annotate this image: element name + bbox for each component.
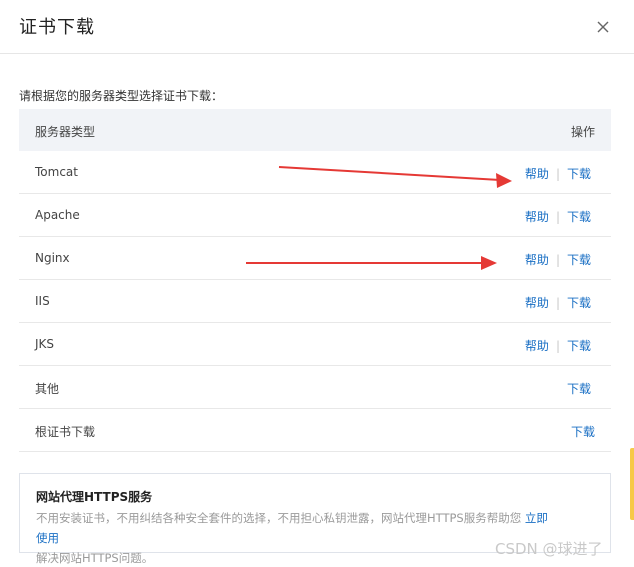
table-header: 服务器类型 操作 <box>19 109 611 151</box>
promo-text-line1: 不用安装证书，不用纠结各种安全套件的选择，不用担心私钥泄露，网站代理HTTPS服… <box>36 511 522 525</box>
help-link[interactable]: 帮助 <box>525 167 549 181</box>
table-row-root-certificate: 根证书下载 下载 <box>19 409 611 452</box>
table-row-other: 其他 下载 <box>19 366 611 409</box>
table-row-tomcat: Tomcat 帮助 | 下载 <box>19 151 611 194</box>
help-link[interactable]: 帮助 <box>525 339 549 353</box>
dialog-title: 证书下载 <box>19 17 95 38</box>
row-actions: 帮助 | 下载 <box>525 337 591 354</box>
server-name: Tomcat <box>35 165 78 179</box>
row-actions: 下载 <box>571 423 595 440</box>
side-feedback-tab[interactable] <box>630 448 634 520</box>
action-separator: | <box>555 296 560 310</box>
server-type-prompt: 请根据您的服务器类型选择证书下载： <box>19 89 224 103</box>
table-row-apache: Apache 帮助 | 下载 <box>19 194 611 237</box>
action-separator: | <box>555 253 560 267</box>
download-link[interactable]: 下载 <box>567 167 591 181</box>
table-row-iis: IIS 帮助 | 下载 <box>19 280 611 323</box>
server-type-table: 服务器类型 操作 Tomcat 帮助 | 下载 Apache 帮助 | 下载 Nginx… <box>19 109 611 452</box>
row-actions: 帮助 | 下载 <box>525 294 591 311</box>
server-name: Apache <box>35 208 80 222</box>
download-link[interactable]: 下载 <box>567 253 591 267</box>
download-link[interactable]: 下载 <box>567 296 591 310</box>
help-link[interactable]: 帮助 <box>525 296 549 310</box>
download-link[interactable]: 下载 <box>567 382 591 396</box>
server-name: Nginx <box>35 251 70 265</box>
certificate-download-dialog: 证书下载 请根据您的服务器类型选择证书下载： 服务器类型 操作 Tomcat 帮… <box>0 0 634 567</box>
dialog-header: 证书下载 <box>0 0 634 54</box>
close-icon[interactable] <box>592 16 614 38</box>
action-separator: | <box>555 210 560 224</box>
table-row-nginx: Nginx 帮助 | 下载 <box>19 237 611 280</box>
table-row-jks: JKS 帮助 | 下载 <box>19 323 611 366</box>
column-header-server-type: 服务器类型 <box>35 125 96 139</box>
row-actions: 下载 <box>567 380 591 397</box>
csdn-watermark: CSDN @球进了 <box>495 540 603 558</box>
row-actions: 帮助 | 下载 <box>525 208 591 225</box>
server-name: 其他 <box>35 382 60 396</box>
row-actions: 帮助 | 下载 <box>525 251 591 268</box>
server-name: JKS <box>35 337 55 351</box>
action-separator: | <box>555 167 560 181</box>
promo-description: 不用安装证书，不用纠结各种安全套件的选择，不用担心私钥泄露，网站代理HTTPS服… <box>36 508 556 567</box>
download-link[interactable]: 下载 <box>567 210 591 224</box>
server-name: 根证书下载 <box>35 425 96 439</box>
column-header-operation: 操作 <box>570 125 595 139</box>
row-actions: 帮助 | 下载 <box>525 165 591 182</box>
promo-text-line2: 解决网站HTTPS问题。 <box>36 551 154 565</box>
promo-title: 网站代理HTTPS服务 <box>36 490 153 504</box>
help-link[interactable]: 帮助 <box>525 253 549 267</box>
help-link[interactable]: 帮助 <box>525 210 549 224</box>
download-link[interactable]: 下载 <box>571 425 595 439</box>
server-name: IIS <box>35 294 50 308</box>
download-link[interactable]: 下载 <box>567 339 591 353</box>
action-separator: | <box>555 339 560 353</box>
